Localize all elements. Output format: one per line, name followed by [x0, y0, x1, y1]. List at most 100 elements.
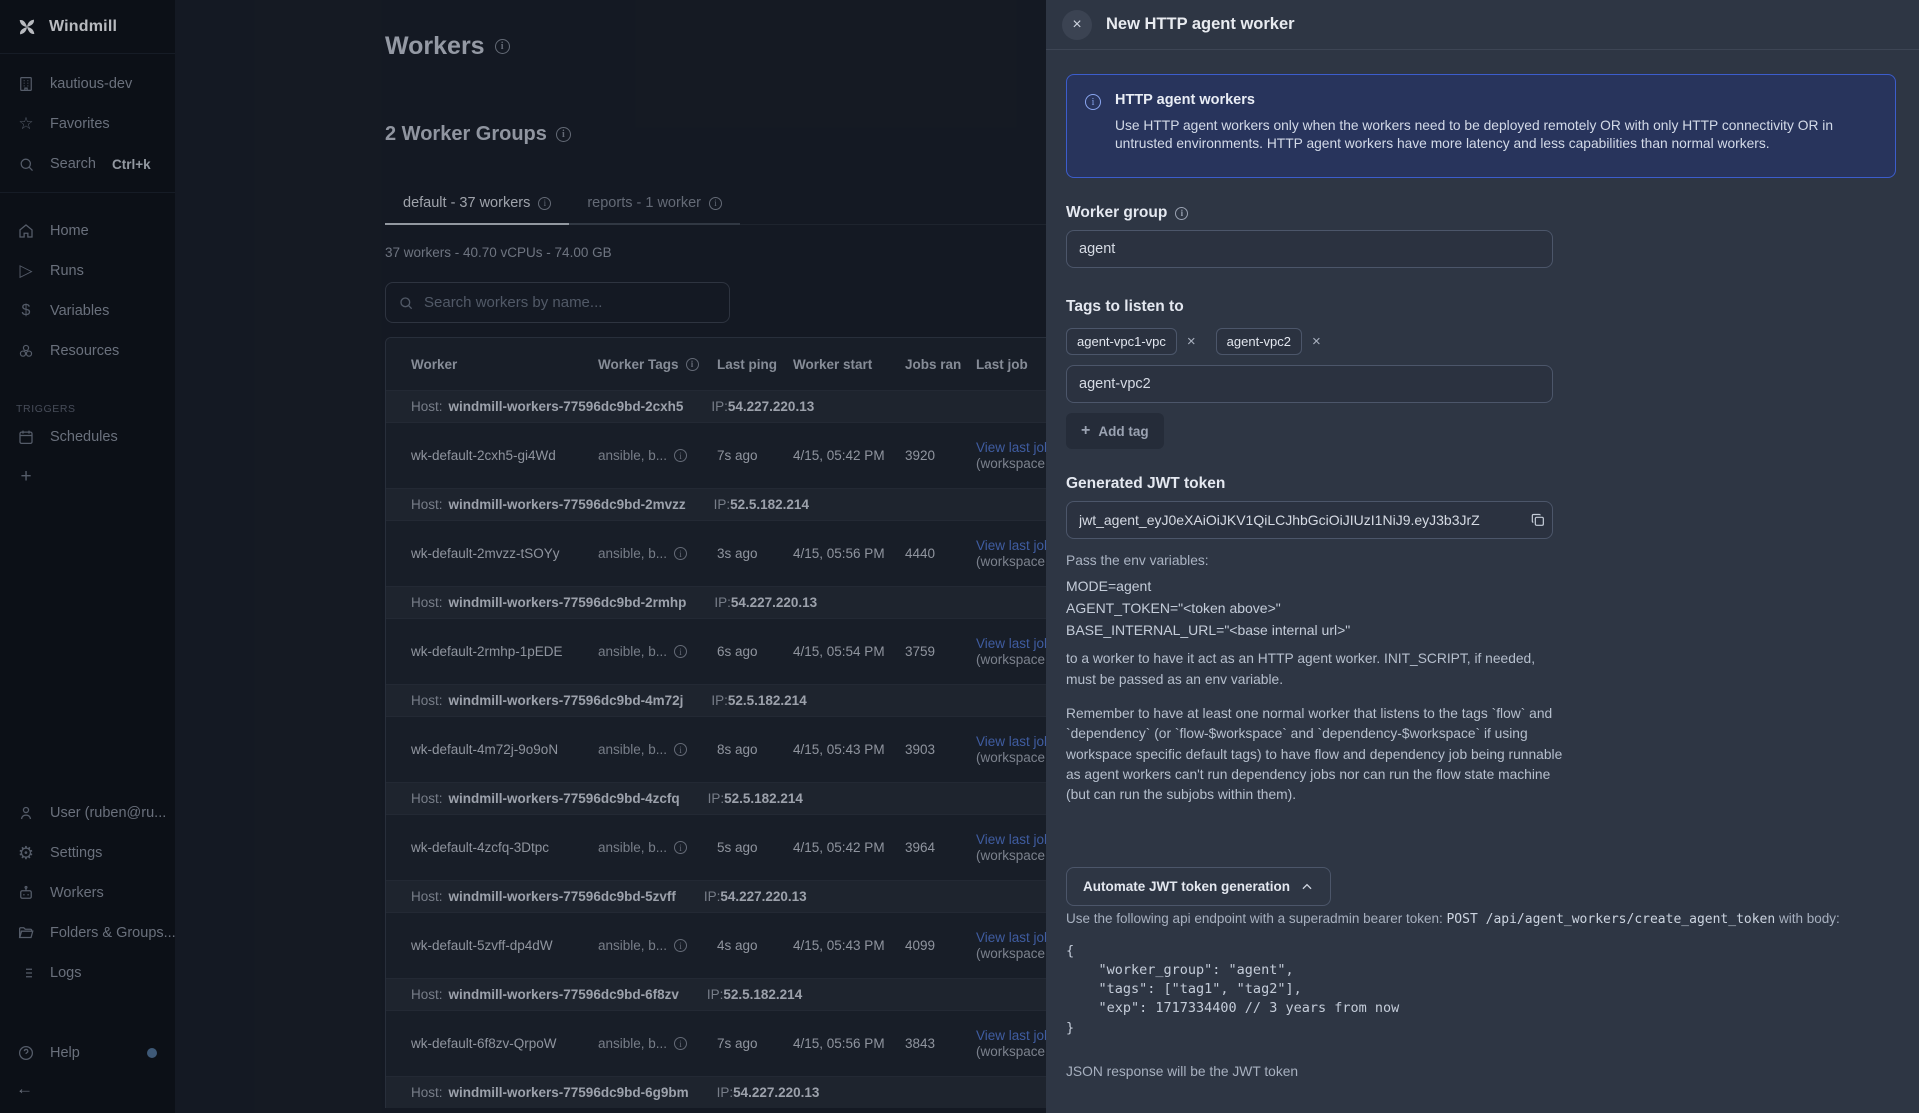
json-response-note: JSON response will be the JWT token: [1066, 1064, 1896, 1079]
worker-name: wk-default-5zvff-dp4dW: [411, 938, 598, 953]
last-ping: 5s ago: [717, 840, 793, 855]
collapse-sidebar-button[interactable]: ←: [0, 1073, 175, 1113]
info-icon: i: [1085, 94, 1101, 110]
sidebar-item-home[interactable]: Home: [0, 211, 175, 251]
last-ping: 7s ago: [717, 448, 793, 463]
jobs-ran: 3759: [905, 644, 976, 659]
sidebar-item-logs[interactable]: Logs: [0, 953, 175, 993]
brand-row[interactable]: Windmill: [0, 0, 175, 54]
col-worker-start: Worker start: [793, 357, 905, 372]
remove-tag-icon[interactable]: ×: [1187, 333, 1196, 350]
view-last-job-link[interactable]: View last job: [976, 832, 1052, 847]
info-icon[interactable]: i: [538, 197, 551, 210]
sidebar-item-resources[interactable]: Resources: [0, 331, 175, 371]
sidebar-item-workspace[interactable]: kautious-dev: [0, 64, 175, 104]
logs-label: Logs: [50, 965, 81, 981]
new-http-agent-worker-drawer: × New HTTP agent worker i HTTP agent wor…: [1046, 0, 1919, 1113]
info-icon[interactable]: i: [674, 547, 687, 560]
triggers-section-label: TRIGGERS: [0, 389, 175, 417]
jobs-ran: 3903: [905, 742, 976, 757]
workspace-label: kautious-dev: [50, 76, 132, 92]
sidebar-item-favorites[interactable]: ☆ Favorites: [0, 104, 175, 144]
tag-chip[interactable]: agent-vpc2: [1216, 328, 1302, 355]
worker-name: wk-default-2rmhp-1pEDE: [411, 644, 598, 659]
building-icon: [16, 74, 36, 94]
info-icon[interactable]: i: [674, 939, 687, 952]
sidebar-item-workers[interactable]: Workers: [0, 873, 175, 913]
last-ping: 7s ago: [717, 1036, 793, 1051]
tab-label: default - 37 workers: [403, 195, 530, 211]
windmill-logo-icon: [16, 16, 38, 38]
info-icon[interactable]: i: [556, 127, 571, 142]
sidebar-item-help[interactable]: Help: [0, 1033, 175, 1073]
help-label: Help: [50, 1045, 80, 1061]
user-icon: [16, 803, 36, 823]
search-label: Search: [50, 156, 96, 172]
view-last-job-link[interactable]: View last job: [976, 440, 1052, 455]
search-input[interactable]: [424, 294, 717, 311]
info-icon[interactable]: i: [495, 39, 510, 54]
worker-start: 4/15, 05:56 PM: [793, 1036, 905, 1051]
view-last-job-link[interactable]: View last job: [976, 734, 1052, 749]
close-drawer-button[interactable]: ×: [1062, 10, 1092, 40]
worker-start: 4/15, 05:54 PM: [793, 644, 905, 659]
tags-label: Tags to listen to: [1066, 298, 1896, 316]
close-icon: ×: [1072, 16, 1081, 34]
star-icon: ☆: [16, 114, 36, 134]
add-trigger-button[interactable]: +: [0, 457, 175, 497]
last-ping: 8s ago: [717, 742, 793, 757]
page-title: Workers: [385, 32, 485, 61]
api-method: POST: [1446, 912, 1477, 927]
worker-group-label-row: Worker group i: [1066, 204, 1896, 222]
tag-chip[interactable]: agent-vpc1-vpc: [1066, 328, 1177, 355]
tab-reports-group[interactable]: reports - 1 worker i: [569, 186, 740, 225]
view-last-job-link[interactable]: View last job: [976, 636, 1052, 651]
search-icon: [398, 295, 414, 311]
jobs-ran: 3843: [905, 1036, 976, 1051]
sidebar-item-folders-groups[interactable]: Folders & Groups...: [0, 913, 175, 953]
plus-icon: +: [16, 467, 36, 487]
add-tag-button[interactable]: + Add tag: [1066, 413, 1164, 449]
robot-icon: [16, 883, 36, 903]
info-icon[interactable]: i: [674, 841, 687, 854]
tab-label: reports - 1 worker: [587, 195, 701, 211]
sidebar-item-runs[interactable]: ▷ Runs: [0, 251, 175, 291]
view-last-job-link[interactable]: View last job: [976, 930, 1052, 945]
worker-groups-heading: 2 Worker Groups: [385, 123, 547, 146]
api-endpoint: /api/agent_workers/create_agent_token: [1486, 912, 1776, 927]
sidebar-item-variables[interactable]: $ Variables: [0, 291, 175, 331]
view-last-job-link[interactable]: View last job: [976, 1028, 1052, 1043]
tab-default-group[interactable]: default - 37 workers i: [385, 186, 569, 225]
new-tag-input[interactable]: [1066, 365, 1553, 403]
arrow-left-icon: ←: [16, 1079, 33, 1098]
api-instruction: Use the following api endpoint with a su…: [1066, 909, 1896, 930]
tag-chips: agent-vpc1-vpc × agent-vpc2 ×: [1066, 328, 1896, 355]
chevron-up-icon: [1300, 880, 1314, 894]
help-notification-dot: [147, 1048, 157, 1058]
sidebar-item-user[interactable]: User (ruben@ru...: [0, 793, 175, 833]
worker-search[interactable]: [385, 282, 730, 323]
info-icon[interactable]: i: [674, 1037, 687, 1050]
copy-icon[interactable]: [1530, 512, 1546, 528]
info-icon[interactable]: i: [1175, 207, 1188, 220]
env-variables: MODE=agent AGENT_TOKEN="<token above>" B…: [1066, 576, 1896, 641]
remove-tag-icon[interactable]: ×: [1312, 333, 1321, 350]
info-icon[interactable]: i: [674, 449, 687, 462]
info-icon[interactable]: i: [674, 645, 687, 658]
worker-name: wk-default-4m72j-9o9oN: [411, 742, 598, 757]
play-icon: ▷: [16, 261, 36, 281]
worker-start: 4/15, 05:42 PM: [793, 448, 905, 463]
sidebar-item-settings[interactable]: ⚙ Settings: [0, 833, 175, 873]
worker-tags: ansible, b...i: [598, 644, 717, 659]
worker-group-input[interactable]: [1066, 230, 1553, 268]
info-icon[interactable]: i: [686, 358, 699, 371]
jwt-token-input[interactable]: [1066, 501, 1553, 539]
worker-start: 4/15, 05:43 PM: [793, 938, 905, 953]
workers-label: Workers: [50, 885, 104, 901]
sidebar-item-schedules[interactable]: Schedules: [0, 417, 175, 457]
info-icon[interactable]: i: [674, 743, 687, 756]
view-last-job-link[interactable]: View last job: [976, 538, 1052, 553]
info-icon[interactable]: i: [709, 197, 722, 210]
sidebar-item-search[interactable]: Search Ctrl+k: [0, 144, 175, 184]
automate-jwt-toggle[interactable]: Automate JWT token generation: [1066, 867, 1331, 906]
